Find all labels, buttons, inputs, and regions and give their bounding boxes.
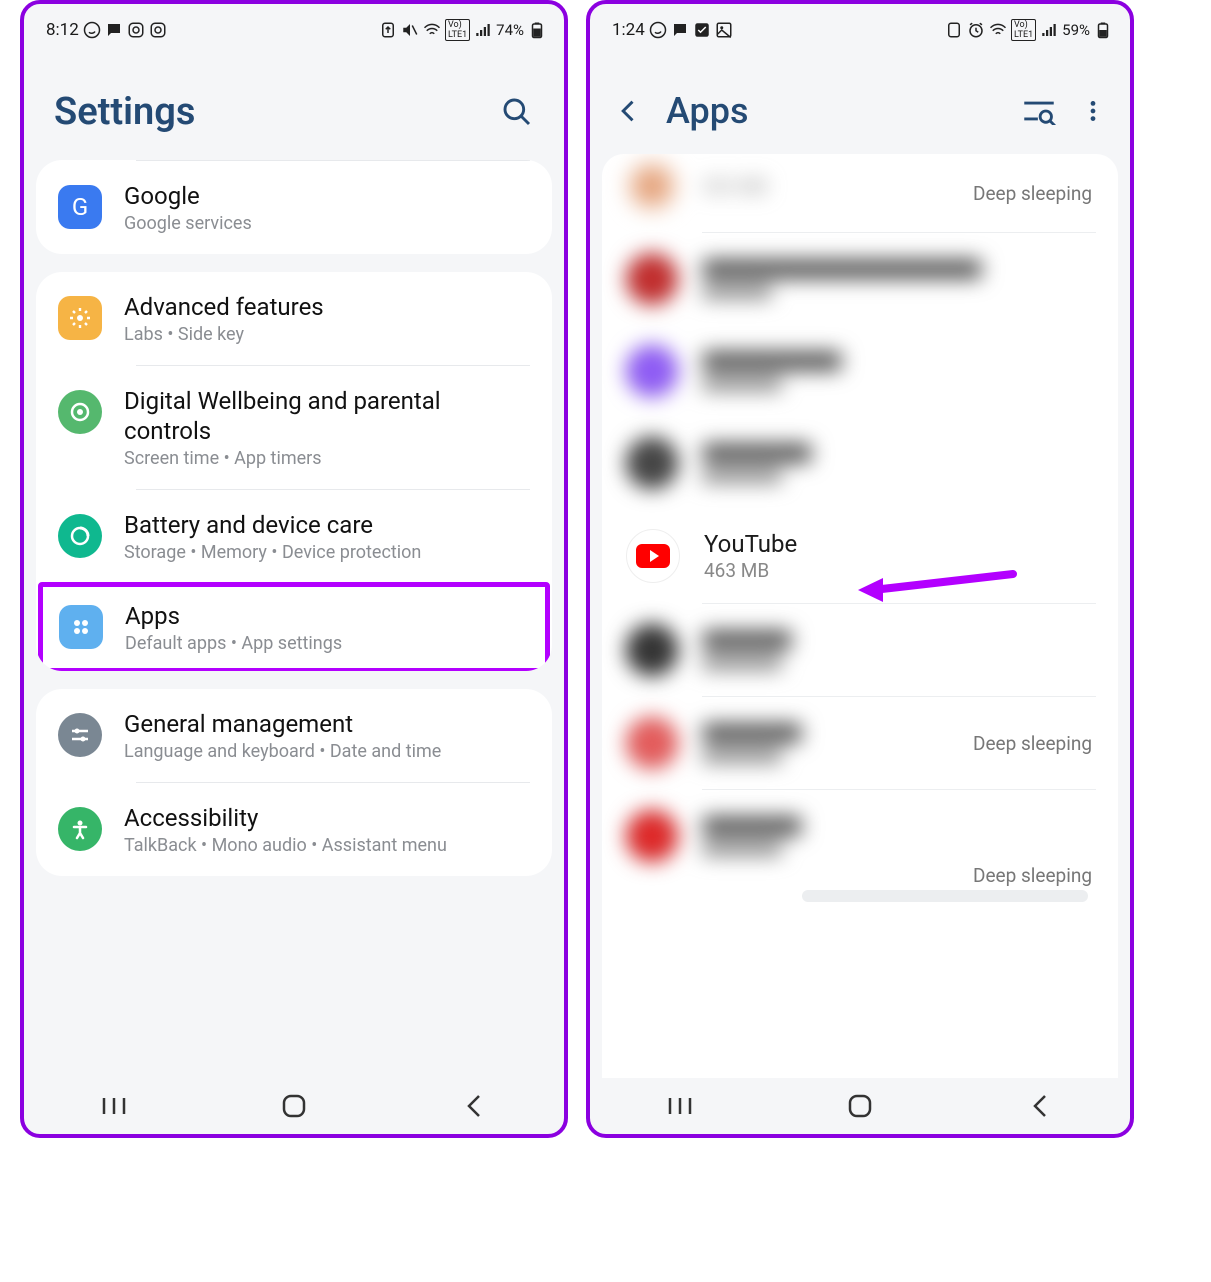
battery-icon <box>528 21 546 39</box>
checkbox-icon <box>693 21 711 39</box>
settings-row-general[interactable]: General management Language and keyboard… <box>36 689 552 782</box>
row-title: Battery and device care <box>124 510 530 540</box>
status-bar: 1:24 Vo)LTE1 59% <box>590 4 1130 50</box>
row-title: Google <box>124 181 530 211</box>
settings-row-wellbeing[interactable]: Digital Wellbeing and parental controls … <box>36 366 552 489</box>
instagram-icon <box>127 21 145 39</box>
settings-row-google[interactable]: G Google Google services <box>36 161 552 254</box>
row-title: Digital Wellbeing and parental controls <box>124 386 530 446</box>
nav-bar <box>24 1078 564 1134</box>
row-subtitle: Storage • Memory • Device protection <box>124 542 530 563</box>
wifi-icon <box>989 21 1007 39</box>
settings-card-3: General management Language and keyboard… <box>36 689 552 876</box>
volte-icon: Vo)LTE1 <box>445 19 470 41</box>
battery-icon <box>1094 21 1112 39</box>
row-subtitle: Screen time • App timers <box>124 448 530 469</box>
row-subtitle: Google services <box>124 213 530 234</box>
mute-icon <box>401 21 419 39</box>
settings-row-accessibility[interactable]: Accessibility TalkBack • Mono audio • As… <box>36 783 552 876</box>
instagram-icon-2 <box>149 21 167 39</box>
wellbeing-icon <box>58 390 102 434</box>
row-subtitle: Language and keyboard • Date and time <box>124 741 530 762</box>
status-time: 8:12 <box>46 20 79 40</box>
nav-home[interactable] <box>278 1090 310 1122</box>
row-subtitle: Default apps • App settings <box>125 633 529 654</box>
settings-row-battery[interactable]: Battery and device care Storage • Memory… <box>36 490 552 583</box>
signal-icon <box>1040 21 1058 39</box>
status-battery-pct: 74% <box>496 21 524 39</box>
app-row-blurred[interactable] <box>602 325 1118 417</box>
app-row-blurred[interactable] <box>602 790 1118 882</box>
chat-icon <box>671 21 689 39</box>
app-row-blurred[interactable] <box>602 697 1118 789</box>
app-row-blurred[interactable] <box>602 233 1118 325</box>
whatsapp-icon <box>83 21 101 39</box>
row-subtitle: TalkBack • Mono audio • Assistant menu <box>124 835 530 856</box>
signal-icon <box>474 21 492 39</box>
nav-home[interactable] <box>844 1090 876 1122</box>
youtube-icon <box>626 529 680 583</box>
row-title: Apps <box>125 601 529 631</box>
app-row-blurred[interactable] <box>602 417 1118 509</box>
nav-bar <box>590 1078 1130 1134</box>
alarm-icon <box>967 21 985 39</box>
app-status: Deep sleeping <box>973 182 1092 205</box>
volte-icon: Vo)LTE1 <box>1011 19 1036 41</box>
row-title: Advanced features <box>124 292 530 322</box>
app-row-blurred[interactable] <box>602 604 1118 696</box>
google-icon: G <box>58 185 102 229</box>
app-row-youtube[interactable]: YouTube 463 MB <box>602 509 1118 603</box>
settings-title: Settings <box>54 90 195 134</box>
settings-card-1: G Google Google services <box>36 160 552 254</box>
more-button[interactable] <box>1076 94 1110 128</box>
filter-search-button[interactable] <box>1022 94 1056 128</box>
apps-title: Apps <box>666 90 1002 132</box>
search-button[interactable] <box>500 95 534 129</box>
status-battery-pct: 59% <box>1062 21 1090 39</box>
saver-icon <box>379 21 397 39</box>
chat-icon <box>105 21 123 39</box>
whatsapp-icon <box>649 21 667 39</box>
status-time: 1:24 <box>612 20 645 40</box>
apps-grid-icon <box>59 605 103 649</box>
settings-row-advanced[interactable]: Advanced features Labs • Side key <box>36 272 552 365</box>
settings-row-apps[interactable]: Apps Default apps • App settings <box>38 582 550 671</box>
back-button[interactable] <box>612 94 646 128</box>
row-title: General management <box>124 709 530 739</box>
settings-card-2: Advanced features Labs • Side key Digita… <box>36 272 552 671</box>
apps-scroll-list: 303 MB Deep sleeping <box>602 154 1118 1078</box>
sliders-icon <box>58 713 102 757</box>
nav-back[interactable] <box>1024 1090 1056 1122</box>
device-care-icon <box>58 514 102 558</box>
row-subtitle: Labs • Side key <box>124 324 530 345</box>
app-size: 463 MB <box>704 559 1094 582</box>
saver-icon <box>945 21 963 39</box>
status-bar: 8:12 Vo)LTE1 74% <box>24 4 564 50</box>
gear-icon <box>58 296 102 340</box>
left-phone-settings: 8:12 Vo)LTE1 74% Settings G Google G <box>20 0 568 1138</box>
right-phone-apps: 1:24 Vo)LTE1 59% Apps <box>586 0 1134 1138</box>
image-icon <box>715 21 733 39</box>
row-title: Accessibility <box>124 803 530 833</box>
nav-recents[interactable] <box>664 1090 696 1122</box>
nav-back[interactable] <box>458 1090 490 1122</box>
nav-recents[interactable] <box>98 1090 130 1122</box>
wifi-icon <box>423 21 441 39</box>
app-name: YouTube <box>704 530 1094 558</box>
person-icon <box>58 807 102 851</box>
